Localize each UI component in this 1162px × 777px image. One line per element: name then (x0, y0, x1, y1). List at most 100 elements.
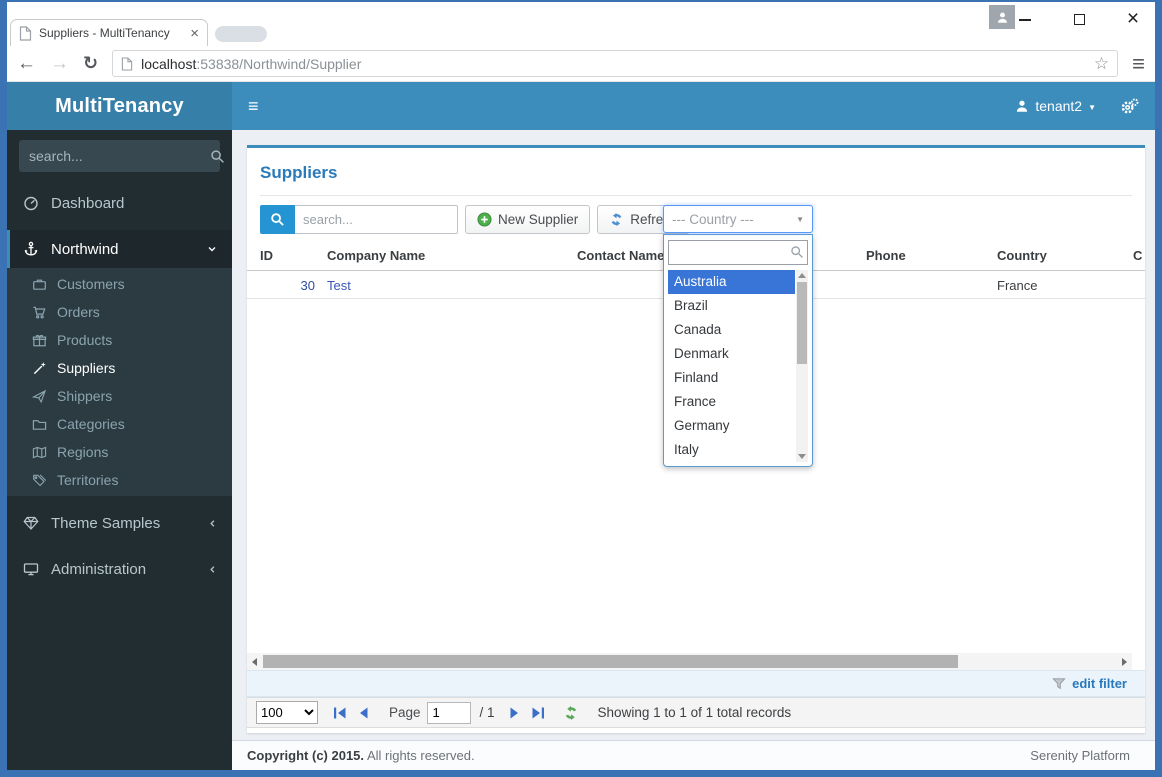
column-header-phone[interactable]: Phone (866, 241, 906, 271)
back-icon[interactable]: ← (17, 53, 36, 75)
column-header-company[interactable]: Company Name (327, 241, 425, 271)
sidebar-item-label: Theme Samples (51, 514, 161, 532)
address-bar[interactable]: localhost:53838/Northwind/Supplier ☆ (112, 50, 1119, 77)
page-icon (121, 56, 133, 71)
settings-gears-icon[interactable] (1120, 97, 1139, 115)
scrollbar-thumb[interactable] (263, 655, 958, 668)
prev-page-icon[interactable] (357, 706, 369, 720)
user-menu[interactable]: tenant2 ▼ (1015, 98, 1096, 114)
maximize-button[interactable] (1065, 9, 1093, 29)
new-supplier-button[interactable]: New Supplier (465, 205, 591, 234)
url-host: localhost (141, 55, 197, 72)
pager-status: Showing 1 to 1 of 1 total records (597, 705, 792, 720)
last-page-icon[interactable] (530, 706, 546, 720)
quick-search-input[interactable] (295, 205, 458, 234)
next-page-icon[interactable] (509, 706, 521, 720)
cell-company-link[interactable]: Test (327, 272, 351, 299)
country-option[interactable]: Canada (668, 318, 795, 342)
new-tab-button[interactable] (215, 26, 267, 42)
copyright-text: Copyright (c) 2015. (247, 748, 365, 763)
sidebar-item-label: Products (57, 332, 113, 348)
total-pages: / 1 (479, 705, 495, 720)
column-header-country[interactable]: Country (997, 241, 1047, 271)
sidebar-item-dashboard[interactable]: Dashboard (7, 184, 232, 222)
favicon-page-icon (19, 25, 32, 41)
search-icon (790, 245, 804, 259)
scroll-left-icon[interactable] (247, 653, 262, 670)
search-icon (270, 212, 285, 227)
country-filter-value: --- Country --- (672, 211, 754, 227)
country-search-input[interactable] (668, 240, 808, 265)
sidebar-item-label: Suppliers (57, 360, 116, 376)
sidebar-item-orders[interactable]: Orders (7, 298, 232, 326)
country-option[interactable]: Finland (668, 366, 795, 390)
tab-close-icon[interactable]: × (190, 26, 199, 41)
scroll-up-icon[interactable] (798, 273, 806, 278)
browser-titlebar: Suppliers - MultiTenancy × × (7, 2, 1155, 46)
reload-icon[interactable]: ↻ (83, 53, 98, 74)
column-header-city[interactable]: C (1133, 241, 1142, 271)
grid-horizontal-scrollbar[interactable] (247, 653, 1132, 670)
app-navbar: MultiTenancy ≡ tenant2 ▼ (7, 82, 1155, 130)
country-dropdown: Australia Brazil Canada Denmark Finland … (663, 234, 813, 467)
profile-person-icon (996, 11, 1009, 24)
country-option[interactable]: Denmark (668, 342, 795, 366)
browser-menu-icon[interactable]: ≡ (1132, 51, 1145, 77)
sidebar-search-input[interactable] (29, 148, 210, 164)
sidebar-item-categories[interactable]: Categories (7, 410, 232, 438)
first-page-icon[interactable] (332, 706, 348, 720)
rights-text: All rights reserved. (366, 748, 475, 763)
minimize-button[interactable] (1011, 9, 1039, 29)
quick-search-button[interactable] (260, 205, 295, 234)
sidebar-item-administration[interactable]: Administration (7, 550, 232, 588)
country-filter-select[interactable]: --- Country --- ▼ (663, 205, 813, 233)
edit-filter-link[interactable]: edit filter (1072, 676, 1127, 691)
diamond-icon (23, 515, 39, 531)
brand-logo[interactable]: MultiTenancy (7, 82, 232, 130)
pager-bar: 100 Page / 1 (247, 697, 1145, 728)
sidebar-item-customers[interactable]: Customers (7, 270, 232, 298)
url-path: :53838/Northwind/Supplier (196, 55, 362, 72)
country-option[interactable]: France (668, 390, 795, 414)
chevron-down-icon: ▼ (1088, 102, 1096, 112)
sidebar-item-northwind[interactable]: Northwind (7, 230, 232, 268)
cell-id[interactable]: 30 (260, 272, 315, 299)
paper-plane-icon (32, 389, 47, 404)
sidebar-item-shippers[interactable]: Shippers (7, 382, 232, 410)
page-number-input[interactable] (426, 701, 471, 724)
pager-refresh-icon[interactable] (563, 705, 579, 721)
bookmark-star-icon[interactable]: ☆ (1094, 54, 1109, 74)
sidebar-search[interactable] (19, 140, 224, 172)
platform-label: Serenity Platform (1030, 748, 1130, 763)
cell-country: France (997, 278, 1038, 293)
maximize-icon (1073, 14, 1085, 26)
briefcase-icon (32, 277, 47, 292)
sidebar-item-theme-samples[interactable]: Theme Samples (7, 504, 232, 542)
column-header-id[interactable]: ID (260, 241, 273, 271)
browser-tab[interactable]: Suppliers - MultiTenancy × (10, 19, 208, 46)
magic-wand-icon (32, 361, 47, 376)
column-header-contact[interactable]: Contact Name (577, 241, 664, 271)
sidebar-item-products[interactable]: Products (7, 326, 232, 354)
sidebar-item-label: Northwind (51, 240, 119, 258)
page-label: Page (389, 705, 421, 720)
scroll-down-icon[interactable] (798, 454, 806, 459)
sidebar-item-territories[interactable]: Territories (7, 466, 232, 494)
gift-icon (32, 333, 47, 348)
sidebar-item-regions[interactable]: Regions (7, 438, 232, 466)
scroll-right-icon[interactable] (1117, 653, 1132, 670)
scrollbar-thumb[interactable] (797, 282, 807, 364)
close-button[interactable]: × (1119, 7, 1147, 31)
sidebar-toggle-icon[interactable]: ≡ (248, 96, 259, 117)
sidebar: Dashboard Northwind Customers (7, 130, 232, 770)
dashboard-gauge-icon (23, 195, 39, 211)
sidebar-item-suppliers[interactable]: Suppliers (7, 354, 232, 382)
country-option[interactable]: Germany (668, 414, 795, 438)
country-option[interactable]: Australia (668, 270, 795, 294)
northwind-submenu: Customers Orders Products Suppliers Ship… (7, 268, 232, 496)
country-option[interactable]: Italy (668, 438, 795, 462)
chevron-left-icon (207, 518, 218, 529)
country-option[interactable]: Brazil (668, 294, 795, 318)
page-size-select[interactable]: 100 (256, 701, 318, 724)
dropdown-scrollbar[interactable] (796, 270, 808, 462)
